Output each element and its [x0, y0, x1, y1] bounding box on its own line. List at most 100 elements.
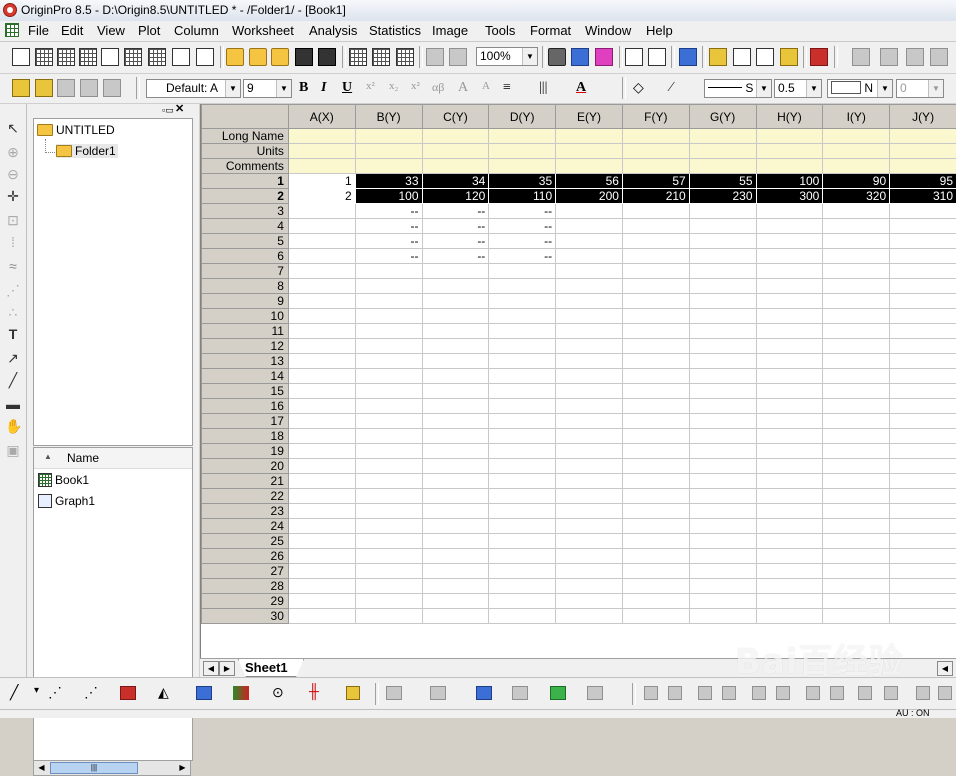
table-cell[interactable] [489, 309, 556, 324]
contour-plot-icon[interactable] [233, 686, 249, 700]
table-cell[interactable] [422, 354, 489, 369]
tab-next-icon[interactable]: ▶ [219, 661, 235, 676]
new-layout-icon[interactable] [148, 48, 166, 66]
table-cell[interactable]: 210 [622, 189, 689, 204]
table-cell[interactable] [689, 384, 756, 399]
import-multiple-ascii-icon[interactable] [372, 48, 390, 66]
table-cell[interactable] [489, 594, 556, 609]
table-cell[interactable] [890, 339, 956, 354]
bold-icon[interactable]: B [299, 80, 308, 96]
align-bottom-icon[interactable] [722, 686, 736, 700]
row-header[interactable]: 21 [202, 474, 289, 489]
row-header[interactable]: 22 [202, 489, 289, 504]
table-cell[interactable] [756, 264, 823, 279]
project-explorer-toggle-icon[interactable] [595, 48, 613, 66]
fill-select[interactable]: N ▼ [827, 79, 893, 98]
row-header[interactable]: 26 [202, 549, 289, 564]
row-header[interactable]: 12 [202, 339, 289, 354]
number-select[interactable]: 0 ▼ [896, 79, 944, 98]
table-cell[interactable]: 120 [422, 189, 489, 204]
table-cell[interactable] [823, 534, 890, 549]
meta-cell[interactable] [489, 129, 556, 144]
table-cell[interactable] [756, 459, 823, 474]
row-header[interactable]: 3 [202, 204, 289, 219]
table-cell[interactable] [489, 459, 556, 474]
table-cell[interactable] [756, 414, 823, 429]
table-cell[interactable] [689, 309, 756, 324]
line-style-select[interactable]: S ▼ [704, 79, 772, 98]
table-cell[interactable] [288, 219, 355, 234]
table-cell[interactable] [823, 219, 890, 234]
column-header[interactable]: C(Y) [422, 105, 489, 129]
table-cell[interactable] [355, 339, 422, 354]
line-tool-icon[interactable]: ╱ [5, 372, 21, 388]
table-cell[interactable]: 310 [890, 189, 956, 204]
table-cell[interactable] [890, 324, 956, 339]
column-header[interactable]: A(X) [288, 105, 355, 129]
table-cell[interactable] [689, 324, 756, 339]
row-header[interactable]: 17 [202, 414, 289, 429]
scroll-right-icon[interactable]: ▶ [176, 762, 189, 774]
table-cell[interactable] [556, 609, 623, 624]
new-note-window-icon[interactable] [196, 48, 214, 66]
add-column-icon[interactable] [810, 48, 828, 66]
table-cell[interactable] [622, 534, 689, 549]
table-cell[interactable] [288, 489, 355, 504]
row-header[interactable]: 7 [202, 264, 289, 279]
save-template-icon[interactable] [318, 48, 336, 66]
table-cell[interactable] [556, 399, 623, 414]
table-cell[interactable]: 2 [288, 189, 355, 204]
table-cell[interactable] [556, 384, 623, 399]
table-cell[interactable]: -- [422, 234, 489, 249]
meta-cell[interactable] [890, 144, 956, 159]
column-header[interactable]: H(Y) [756, 105, 823, 129]
heatmap-icon[interactable] [550, 686, 566, 700]
table-cell[interactable] [689, 264, 756, 279]
table-cell[interactable] [756, 294, 823, 309]
align-vertical-icon[interactable] [752, 686, 766, 700]
table-cell[interactable] [890, 549, 956, 564]
table-cell[interactable] [355, 489, 422, 504]
table-cell[interactable]: -- [489, 234, 556, 249]
table-cell[interactable] [422, 489, 489, 504]
scroll-left-icon[interactable]: ◀ [35, 762, 48, 774]
row-header[interactable]: 19 [202, 444, 289, 459]
table-cell[interactable] [556, 459, 623, 474]
table-cell[interactable] [823, 249, 890, 264]
greek-icon[interactable]: αβ [432, 80, 444, 95]
table-cell[interactable] [689, 609, 756, 624]
menu-analysis[interactable]: Analysis [309, 23, 357, 38]
table-cell[interactable] [689, 444, 756, 459]
table-cell[interactable] [489, 264, 556, 279]
table-cell[interactable] [355, 279, 422, 294]
new-project-icon[interactable] [12, 48, 30, 66]
table-cell[interactable] [422, 309, 489, 324]
fill-color-icon[interactable]: ◇ [633, 80, 644, 97]
text-tool-icon[interactable]: T [5, 326, 21, 342]
table-cell[interactable] [689, 249, 756, 264]
table-cell[interactable]: -- [355, 234, 422, 249]
meta-cell[interactable] [288, 144, 355, 159]
table-cell[interactable] [422, 444, 489, 459]
tab-sheet1[interactable]: Sheet1 [238, 659, 304, 677]
table-cell[interactable] [556, 489, 623, 504]
table-cell[interactable] [756, 309, 823, 324]
table-cell[interactable] [355, 294, 422, 309]
table-cell[interactable] [489, 429, 556, 444]
table-cell[interactable]: 56 [556, 174, 623, 189]
table-cell[interactable] [823, 519, 890, 534]
meta-cell[interactable] [622, 129, 689, 144]
table-cell[interactable]: -- [355, 219, 422, 234]
column-header[interactable]: D(Y) [489, 105, 556, 129]
table-cell[interactable] [489, 564, 556, 579]
table-cell[interactable] [288, 204, 355, 219]
table-cell[interactable] [355, 474, 422, 489]
meta-row-label[interactable]: Comments [202, 159, 289, 174]
subscript-icon[interactable]: x₂ [389, 80, 398, 92]
table-cell[interactable] [689, 489, 756, 504]
meta-cell[interactable] [355, 159, 422, 174]
swap-mask-icon[interactable] [80, 79, 98, 97]
table-cell[interactable]: 110 [489, 189, 556, 204]
table-cell[interactable] [422, 474, 489, 489]
table-cell[interactable] [823, 399, 890, 414]
